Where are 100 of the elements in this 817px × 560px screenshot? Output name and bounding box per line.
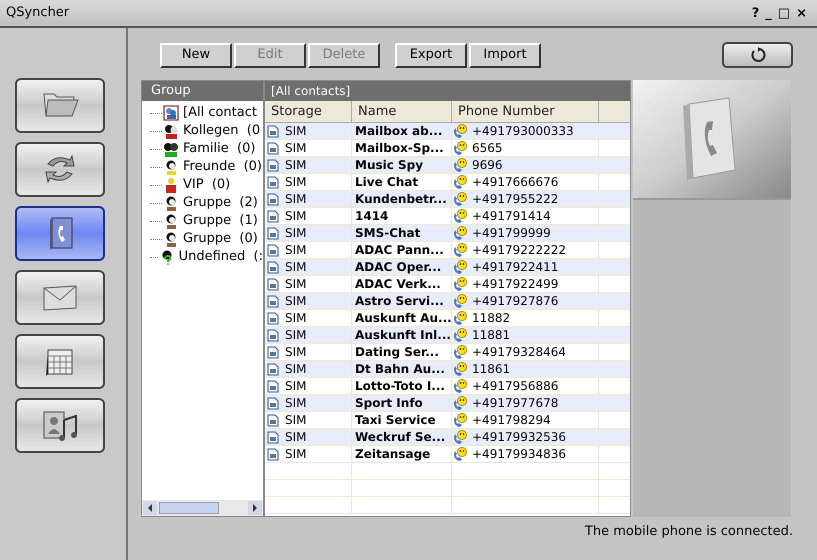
- refresh-icon: [750, 47, 766, 63]
- group-item[interactable]: Kollegen (0: [183, 121, 260, 141]
- close-button[interactable]: ×: [796, 6, 807, 20]
- minimize-button[interactable]: _: [765, 6, 772, 20]
- sidebar-button[interactable]: [15, 398, 105, 453]
- table-cell-text: +4917927876: [472, 293, 558, 310]
- sidebar-button[interactable]: [15, 334, 105, 389]
- new-button[interactable]: New: [160, 42, 232, 68]
- smiley-phone-icon: [453, 328, 468, 342]
- sidebar-button[interactable]: [15, 142, 105, 197]
- table-cell-text: SIM: [285, 310, 307, 327]
- help-button[interactable]: ?: [752, 6, 760, 20]
- sidebar-button[interactable]: [15, 270, 105, 325]
- horizontal-scrollbar[interactable]: [142, 500, 263, 516]
- table-cell-text: +4917977678: [472, 395, 558, 412]
- table-cell-text: +4917666676: [472, 174, 558, 191]
- group-item[interactable]: Gruppe (0): [183, 229, 258, 249]
- table-cell-text: SIM: [285, 157, 307, 174]
- sidebar-button[interactable]: [15, 78, 105, 133]
- sim-card-icon: [267, 260, 279, 274]
- status-text: The mobile phone is connected.: [584, 523, 793, 542]
- group-item[interactable]: Gruppe (2): [183, 193, 258, 213]
- table-cell-text: 6565: [472, 140, 503, 157]
- table-cell-text: +4917955222: [472, 191, 558, 208]
- group-item[interactable]: Undefined (:: [178, 247, 263, 267]
- smiley-phone-icon: [453, 310, 468, 326]
- smiley-phone-icon: [453, 260, 468, 274]
- table-cell-text: +4917956886: [472, 378, 558, 395]
- sim-card-icon: [267, 430, 279, 444]
- smiley-phone-icon: [453, 430, 468, 444]
- scrollbar-thumb[interactable]: [159, 502, 219, 514]
- table-cell-text: 11882: [472, 310, 510, 327]
- table-cell-text: SIM: [285, 259, 307, 276]
- group-item[interactable]: Gruppe (1): [183, 211, 258, 231]
- smiley-phone-icon: [453, 192, 468, 206]
- table-cell-text: Astro Servi...: [355, 293, 444, 310]
- group-item[interactable]: Familie (0): [183, 139, 256, 159]
- table-cell-text: SIM: [285, 378, 307, 395]
- group-item[interactable]: [All contact: [183, 103, 257, 123]
- table-cell: Mailbox ab...: [355, 123, 442, 140]
- table-cell-text: SIM: [285, 327, 307, 344]
- sim-card-icon: [267, 362, 279, 376]
- table-cell-text: Lotto-Toto I...: [355, 378, 445, 395]
- scroll-left-icon[interactable]: [143, 501, 157, 515]
- table-cell: +491793000333: [472, 123, 574, 140]
- table-cell-text: SIM: [285, 293, 307, 310]
- table-cell-text: +491791414: [472, 208, 551, 225]
- table-cell-text: Music Spy: [355, 157, 424, 174]
- import-button[interactable]: Import: [469, 42, 541, 68]
- table-cell-text: ADAC Verk...: [355, 276, 441, 293]
- sidebar-button[interactable]: [15, 206, 105, 261]
- smiley-phone-icon: [453, 412, 468, 428]
- smiley-phone-icon: [453, 208, 468, 224]
- table-cell-text: SIM: [285, 174, 307, 191]
- table-cell-text: SIM: [285, 276, 307, 293]
- maximize-button[interactable]: □: [778, 6, 790, 20]
- smiley-phone-icon: [453, 242, 468, 258]
- table-cell-text: +4917922411: [472, 259, 558, 276]
- sim-card-icon: [267, 328, 279, 342]
- table-cell-text: ADAC Oper...: [355, 259, 442, 276]
- sim-card-icon: [267, 294, 279, 308]
- contact-group-icon: [163, 105, 179, 121]
- table-cell-text: +49179328464: [472, 344, 566, 361]
- column-header[interactable]: Storage: [265, 101, 352, 122]
- table-cell-text: SIM: [285, 361, 307, 378]
- export-button[interactable]: Export: [395, 42, 467, 68]
- smiley-phone-icon: [453, 396, 468, 410]
- smiley-phone-icon: [453, 158, 468, 172]
- scroll-right-icon[interactable]: [248, 501, 262, 515]
- table-cell-text: SIM: [285, 140, 307, 157]
- table-cell-text: Live Chat: [355, 174, 418, 191]
- table-cell-text: ADAC Pann...: [355, 242, 444, 259]
- table-cell-text: 1414: [355, 208, 388, 225]
- refresh-button[interactable]: [722, 42, 793, 68]
- column-header[interactable]: Name: [352, 101, 452, 122]
- table-cell-text: 9696: [472, 157, 503, 174]
- sim-card-icon: [267, 192, 279, 206]
- table-cell-text: +491799999: [472, 225, 551, 242]
- table-cell-text: +4917922499: [472, 276, 558, 293]
- smiley-phone-icon: [453, 174, 468, 190]
- table-cell-text: Zeitansage: [355, 446, 430, 463]
- panel-header: [All contacts]: [265, 81, 630, 101]
- sim-card-icon: [267, 226, 279, 240]
- table-cell-text: +49179932536: [472, 429, 566, 446]
- panel-header: Group: [142, 81, 263, 101]
- contact-group-icon: [163, 123, 179, 139]
- table-cell-text: SIM: [285, 242, 307, 259]
- table-cell-text: SIM: [285, 395, 307, 412]
- table-cell-text: Mailbox-Sp...: [355, 140, 444, 157]
- table-cell-text: Dt Bahn Au...: [355, 361, 445, 378]
- table-cell-text: SIM: [285, 446, 307, 463]
- smiley-phone-icon: [453, 362, 468, 376]
- table-cell-text: SIM: [285, 225, 307, 242]
- table-cell-text: Taxi Service: [355, 412, 436, 429]
- table-cell-text: Auskunft Inl...: [355, 327, 451, 344]
- group-item[interactable]: VIP (0): [183, 175, 230, 195]
- group-item[interactable]: Freunde (0): [183, 157, 262, 177]
- column-header[interactable]: Phone Number: [452, 101, 599, 122]
- smiley-phone-icon: [453, 378, 468, 394]
- window-title: QSyncher: [6, 4, 70, 22]
